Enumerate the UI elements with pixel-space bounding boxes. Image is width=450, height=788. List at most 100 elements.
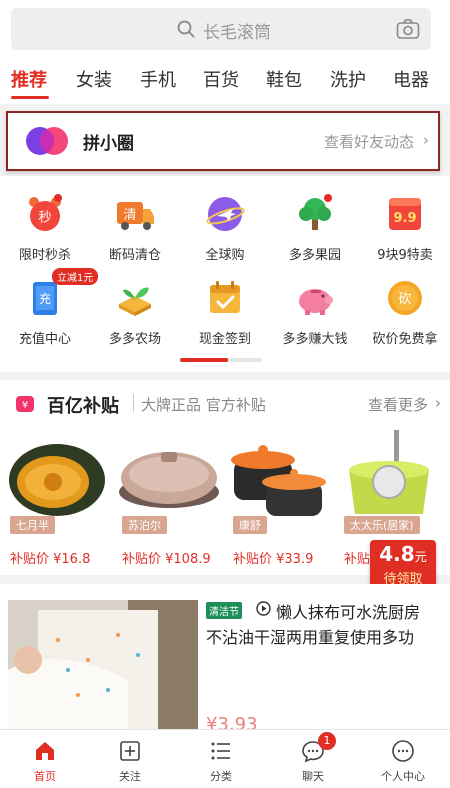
airplane-icon <box>206 197 245 231</box>
cleaning-cloth-product-image <box>8 600 198 730</box>
tab-appliances[interactable]: 电器 <box>393 66 429 92</box>
nav-home[interactable]: 首页 <box>0 730 90 788</box>
subsidy-title: 百亿补贴 <box>47 396 119 417</box>
mop-bucket-product-image <box>349 430 429 514</box>
subsidy-price: 补贴价 ¥16.8 <box>10 552 91 567</box>
view-more-link[interactable]: 查看更多 <box>368 394 428 415</box>
subsidy-description: 大牌正品 官方补贴 <box>141 396 266 414</box>
grid-item-clearance[interactable]: 清 断码清仓 <box>90 182 180 264</box>
tab-shoes-bags[interactable]: 鞋包 <box>266 66 302 92</box>
chevron-right-icon: › <box>423 131 429 149</box>
subsidy-product[interactable]: 七月半 补贴价 ¥16.8 <box>5 424 109 574</box>
svg-text:充: 充 <box>39 291 51 306</box>
category-icon <box>211 742 230 760</box>
grid-page-indicator <box>180 358 262 362</box>
search-bar[interactable]: 长毛滚筒 <box>11 8 431 50</box>
grid-item-recharge[interactable]: 充 立减1元 充值中心 <box>0 266 99 348</box>
view-friend-activity-link[interactable]: 查看好友动态 <box>324 131 414 152</box>
grid-page-indicator-fill <box>180 358 228 362</box>
nav-label: 首页 <box>34 770 56 783</box>
active-tab-indicator <box>11 96 49 99</box>
grid-item-global-shopping[interactable]: 全球购 <box>180 182 270 264</box>
follow-icon <box>120 741 140 761</box>
grid-item-label: 多多果园 <box>288 248 341 263</box>
search-icon <box>177 20 195 38</box>
category-tabs: 推荐 女装 手机 百货 鞋包 洗护 电器 <box>0 58 450 104</box>
subsidy-price: 补贴价 ¥108.9 <box>122 552 211 567</box>
grid-item-label: 限时秒杀 <box>18 248 71 263</box>
play-video-icon[interactable] <box>256 601 271 616</box>
chat-unread-badge: 1 <box>318 732 336 750</box>
nav-category[interactable]: 分类 <box>176 730 266 788</box>
friend-circle-banner[interactable]: 拼小圈 查看好友动态 › <box>6 111 440 171</box>
product-title-line-2: 不沾油干湿两用重复使用多功 <box>206 628 415 647</box>
tree-icon <box>299 194 332 230</box>
brand-tag: 太太乐(居家) <box>344 516 420 534</box>
grid-item-orchard[interactable]: 多多果园 <box>270 182 360 264</box>
grid-item-label: 断码清仓 <box>108 248 161 263</box>
nav-chat[interactable]: 1 聊天 <box>268 730 358 788</box>
pumpkin-product-image <box>9 444 105 516</box>
svg-text:¥: ¥ <box>22 400 28 411</box>
friend-circle-logo-icon <box>26 127 68 155</box>
nav-label: 聊天 <box>302 770 324 783</box>
bargain-coin-icon: 砍 <box>388 281 422 315</box>
nav-follow[interactable]: 关注 <box>85 730 175 788</box>
bottom-navigation: 首页 关注 分类 1 聊天 个人中心 <box>0 729 450 788</box>
profile-icon <box>392 740 414 762</box>
tab-personal-care[interactable]: 洗护 <box>330 66 366 92</box>
chevron-right-icon: › <box>435 394 441 412</box>
grid-item-label: 砍价免费拿 <box>372 332 438 347</box>
grid-item-label: 全球购 <box>205 248 245 263</box>
svg-text:秒: 秒 <box>38 211 51 226</box>
truck-icon: 清 <box>117 202 154 230</box>
brand-tag: 七月半 <box>10 516 55 534</box>
grid-item-label: 9块9特卖 <box>377 248 433 263</box>
grid-item-cash-checkin[interactable]: 现金签到 <box>180 266 270 348</box>
alarm-clock-icon: 秒 <box>29 194 62 231</box>
tab-recommend[interactable]: 推荐 <box>11 66 47 92</box>
subsidy-product[interactable]: 苏泊尔 补贴价 ¥108.9 <box>117 424 221 574</box>
price-tag-icon: 9.9 <box>389 198 421 230</box>
nav-label: 个人中心 <box>381 770 425 783</box>
svg-text:砍: 砍 <box>398 292 411 307</box>
grid-item-label: 多多赚大钱 <box>282 332 348 347</box>
tab-general-goods[interactable]: 百货 <box>203 66 239 92</box>
brand-tag: 康舒 <box>233 516 267 534</box>
subsidy-product[interactable]: 康舒 补贴价 ¥33.9 <box>228 424 332 574</box>
tab-phones[interactable]: 手机 <box>140 66 176 92</box>
subsidy-price: 补贴价 ¥33.9 <box>233 552 314 567</box>
nav-label: 关注 <box>119 770 141 783</box>
grid-item-bargain[interactable]: 砍 砍价免费拿 <box>360 266 450 348</box>
home-icon <box>36 742 54 760</box>
tab-womens[interactable]: 女装 <box>76 66 112 92</box>
electric-pan-product-image <box>119 452 219 508</box>
grid-item-label: 多多农场 <box>108 332 161 347</box>
search-placeholder: 长毛滚筒 <box>203 23 271 43</box>
brand-tag: 苏泊尔 <box>122 516 167 534</box>
grid-item-farm[interactable]: 多多农场 <box>90 266 180 348</box>
grid-item-earn-money[interactable]: 多多赚大钱 <box>270 266 360 348</box>
svg-text:清: 清 <box>123 208 136 223</box>
sprout-icon <box>119 287 151 316</box>
calendar-icon <box>210 281 240 313</box>
app-screen: 长毛滚筒 推荐 女装 手机 百货 鞋包 洗护 电器 拼小圈 查看好友动态 › 秒… <box>0 0 450 788</box>
money-bag-icon: ¥ <box>16 396 34 412</box>
header: 长毛滚筒 推荐 女装 手机 百货 鞋包 洗护 电器 <box>0 0 450 104</box>
nav-label: 分类 <box>210 770 232 783</box>
piggy-bank-icon <box>299 289 333 315</box>
product-title-line-1: 懒人抹布可水洗厨房 <box>276 603 421 622</box>
coupon-amount: 4.8元 <box>379 542 427 566</box>
divider <box>133 394 134 412</box>
grid-item-label: 充值中心 <box>18 332 71 347</box>
friend-circle-title: 拼小圈 <box>83 134 134 154</box>
nav-profile[interactable]: 个人中心 <box>358 730 448 788</box>
promo-tag: 清洁节 <box>206 602 242 619</box>
grid-item-label: 现金签到 <box>198 332 251 347</box>
camera-icon[interactable] <box>396 18 420 40</box>
clay-pot-product-image <box>231 445 326 516</box>
feature-grid: 秒 限时秒杀 清 断码清仓 全球购 多多果园 9.9 9块9特卖 充 立减1元 … <box>0 176 450 372</box>
grid-item-9-9-sale[interactable]: 9.9 9块9特卖 <box>360 182 450 264</box>
grid-item-flash-sale[interactable]: 秒 限时秒杀 <box>0 182 90 264</box>
product-feed-card[interactable]: 清洁节 懒人抹布可水洗厨房 不沾油干湿两用重复使用多功 ¥3.93 <box>0 584 450 735</box>
